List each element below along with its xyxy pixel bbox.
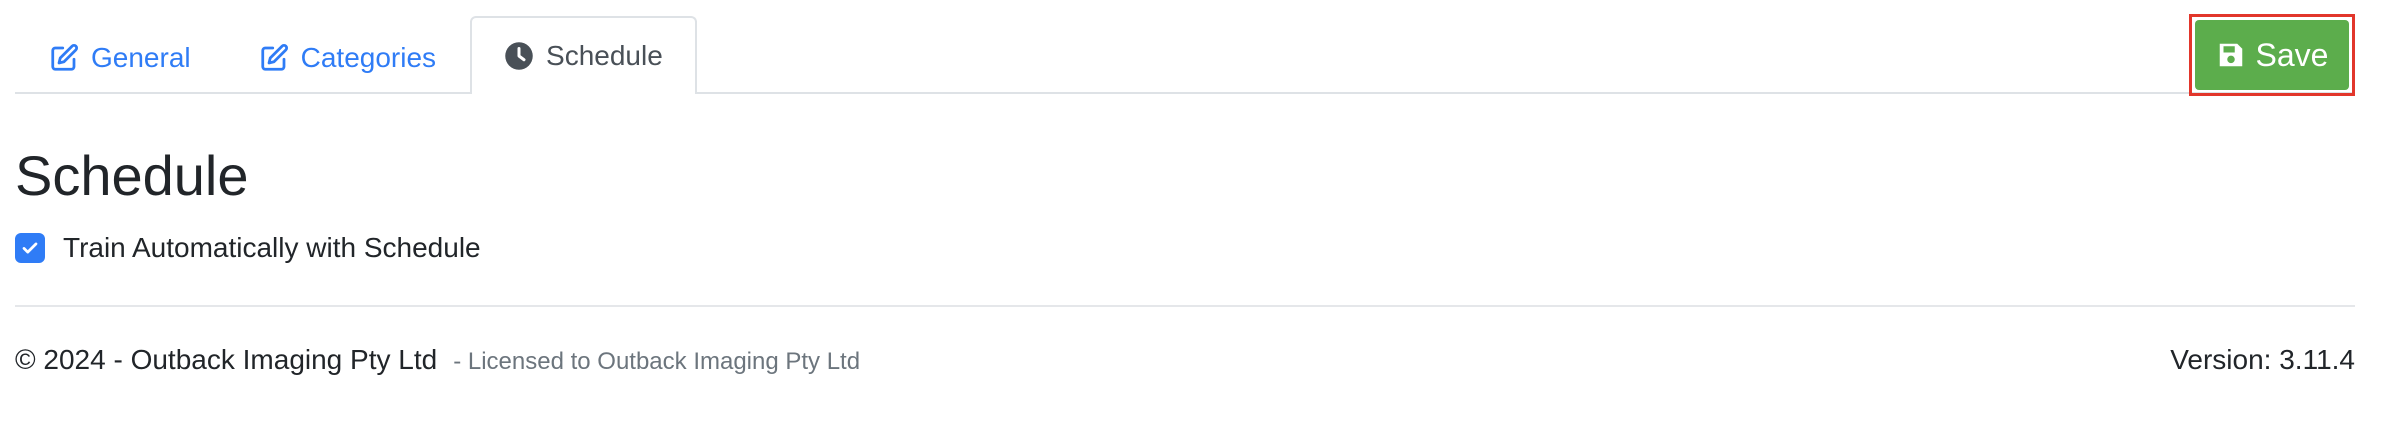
- tab-schedule[interactable]: Schedule: [470, 16, 697, 94]
- page-title: Schedule: [15, 144, 249, 207]
- edit-icon: [259, 43, 289, 73]
- save-button[interactable]: Save: [2195, 20, 2349, 90]
- tab-general[interactable]: General: [15, 20, 225, 94]
- train-automatically-checkbox[interactable]: [15, 233, 45, 263]
- tab-categories[interactable]: Categories: [225, 20, 470, 94]
- clock-icon: [504, 41, 534, 71]
- tab-label: Schedule: [546, 40, 663, 71]
- edit-icon: [49, 43, 79, 73]
- page: General Categories Schedule Save Schedul…: [15, 0, 2355, 422]
- version-text: Version: 3.11.4: [2170, 344, 2355, 375]
- floppy-disk-icon: [2216, 40, 2246, 70]
- footer-left: © 2024 - Outback Imaging Pty Ltd - Licen…: [15, 344, 860, 376]
- train-schedule-row: Train Automatically with Schedule: [15, 228, 481, 268]
- copyright-text: © 2024 - Outback Imaging Pty Ltd: [15, 344, 438, 375]
- tab-bar: General Categories Schedule: [15, 16, 2355, 94]
- checkmark-icon: [22, 242, 38, 254]
- footer-divider: [15, 305, 2355, 307]
- tab-label: General: [91, 42, 191, 73]
- checkbox-label[interactable]: Train Automatically with Schedule: [63, 232, 481, 264]
- save-label: Save: [2255, 36, 2329, 73]
- save-button-highlight: Save: [2189, 14, 2355, 96]
- license-text: - Licensed to Outback Imaging Pty Ltd: [453, 348, 861, 375]
- tab-label: Categories: [300, 42, 437, 73]
